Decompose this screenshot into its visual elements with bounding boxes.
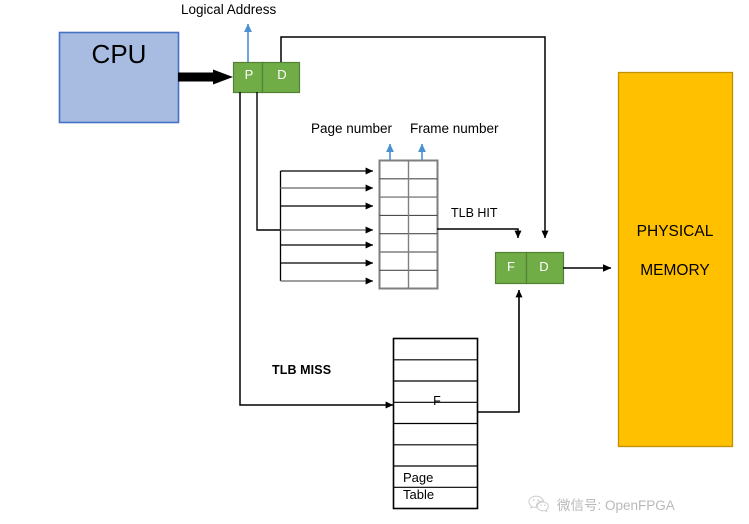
cpu-to-logical-address-arrow bbox=[178, 69, 233, 85]
tlb-miss-label: TLB MISS bbox=[272, 363, 332, 377]
physical-address-field-d: D bbox=[539, 259, 549, 274]
page-table-caption-line1: Page bbox=[403, 470, 434, 485]
page-table-frame-cell: F bbox=[433, 394, 441, 408]
tlb-table bbox=[378, 159, 439, 290]
page-number-bus bbox=[239, 92, 394, 409]
watermark: 微信号: OpenFPGA bbox=[528, 494, 675, 514]
page-table-caption-line2: Table bbox=[403, 487, 435, 502]
physical-memory-label-line2: MEMORY bbox=[640, 262, 710, 279]
physical-memory-label-line1: PHYSICAL bbox=[636, 223, 714, 240]
tlb-input-arrows bbox=[279, 167, 374, 285]
page-table-to-physical-address-path bbox=[477, 289, 523, 413]
watermark-text: 微信号: OpenFPGA bbox=[557, 498, 675, 513]
tlb-column-arrows bbox=[386, 143, 426, 160]
cpu-block-label: CPU bbox=[91, 39, 147, 69]
physical-address-field-f: F bbox=[507, 259, 515, 274]
physical-memory-block bbox=[617, 71, 734, 448]
logical-address-field-d: D bbox=[277, 67, 287, 82]
page-number-label: Page number bbox=[311, 121, 393, 136]
wechat-icon bbox=[528, 495, 549, 512]
tlb-hit-path bbox=[437, 228, 522, 239]
tlb-hit-label: TLB HIT bbox=[451, 206, 498, 220]
logical-address-label: Logical Address bbox=[181, 2, 277, 17]
logical-address-field-p: P bbox=[244, 67, 254, 82]
diagram-canvas: Logical Address Page number Frame number… bbox=[0, 0, 749, 524]
frame-number-label: Frame number bbox=[410, 121, 499, 136]
